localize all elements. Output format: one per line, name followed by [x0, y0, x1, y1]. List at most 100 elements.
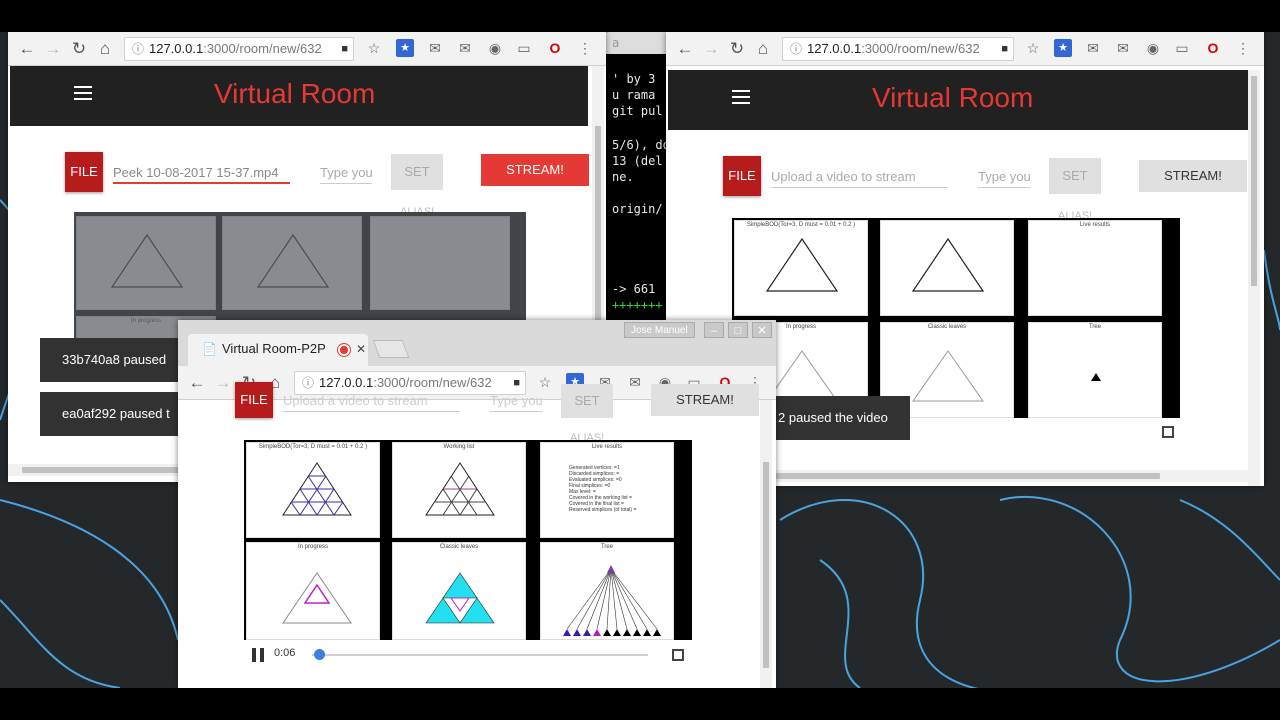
inbox-icon[interactable]: ✉: [1114, 39, 1132, 57]
alias-input[interactable]: Type you: [490, 390, 542, 412]
terminal-line: origin/: [612, 202, 663, 216]
address-bar[interactable]: ⓘ 127.0.0.1:3000/room/new/632 ■: [782, 37, 1014, 61]
star-icon[interactable]: ☆: [365, 39, 383, 57]
video-player[interactable]: SimpleBOD(Tor=3, D must = 0.01 + 0.2 ) W…: [244, 440, 692, 640]
alias-input[interactable]: Type you: [320, 162, 372, 184]
extension-icon[interactable]: ★: [1054, 39, 1072, 57]
file-button[interactable]: FILE: [235, 382, 273, 418]
terminal-line: git pul: [612, 104, 663, 118]
scroll-thumb[interactable]: [595, 126, 601, 346]
hamburger-menu-icon[interactable]: [732, 90, 750, 104]
panel-title: Live results: [591, 444, 623, 450]
reload-icon[interactable]: ↻: [68, 38, 90, 60]
terminal-line: ' by 3: [612, 72, 656, 86]
video-player[interactable]: SimpleBOD(Tor=3, D must = 0.01 + 0.2 ) L…: [732, 218, 1180, 418]
toast-notification: ea0af292 paused t: [40, 392, 190, 436]
browser-tab[interactable]: 📄 Virtual Room-P2P ✕: [188, 334, 368, 368]
forward-icon[interactable]: →: [42, 38, 64, 60]
opera-icon[interactable]: O: [546, 39, 564, 57]
video-panel: Tree: [540, 542, 674, 640]
top-strip: [0, 0, 1280, 32]
menu-icon[interactable]: ⋮: [576, 39, 594, 57]
camera-icon[interactable]: ■: [1001, 38, 1008, 60]
url-path: :3000/room/new/632: [373, 375, 492, 390]
back-icon[interactable]: ←: [16, 38, 38, 60]
terminal-line: u rama: [612, 88, 656, 102]
home-icon[interactable]: ⌂: [752, 38, 774, 60]
terminal-line: +++++++: [612, 298, 663, 312]
scroll-thumb[interactable]: [763, 462, 769, 668]
cast-icon[interactable]: ▭: [515, 39, 533, 57]
video-panel: Tree: [1028, 322, 1162, 418]
set-button[interactable]: SET: [1049, 158, 1101, 194]
audio-icon[interactable]: ◉: [1144, 39, 1162, 57]
file-name-field[interactable]: Peek 10-08-2017 15-37.mp4: [113, 162, 290, 184]
panel-title: Live results: [1079, 222, 1111, 228]
document-icon: 📄: [202, 342, 217, 356]
maximize-icon[interactable]: □: [728, 322, 748, 338]
camera-icon[interactable]: ■: [341, 38, 348, 60]
set-button[interactable]: SET: [391, 154, 443, 190]
triangle-drawing: [282, 572, 352, 624]
extension-icon[interactable]: ★: [396, 39, 414, 57]
stream-button[interactable]: STREAM!: [481, 154, 589, 186]
toast-notification: 2 paused the video: [766, 396, 910, 440]
pause-icon[interactable]: [252, 648, 264, 662]
tab-title: Virtual Room-P2P: [222, 341, 326, 356]
fullscreen-icon[interactable]: [672, 649, 684, 661]
opera-icon[interactable]: O: [1204, 39, 1222, 57]
url-path: :3000/room/new/632: [203, 41, 322, 56]
terminal-tab: a: [604, 32, 674, 54]
terminal-line: ne.: [612, 170, 634, 184]
set-button[interactable]: SET: [561, 384, 613, 418]
stream-button[interactable]: STREAM!: [1139, 160, 1247, 192]
browser-window-popup[interactable]: 📄 Virtual Room-P2P ✕ Jose Manuel – □ ✕ ←…: [178, 320, 776, 688]
file-button[interactable]: FILE: [65, 152, 103, 192]
reload-icon[interactable]: ↻: [726, 38, 748, 60]
fullscreen-icon[interactable]: [1162, 426, 1174, 438]
forward-icon[interactable]: →: [212, 372, 234, 394]
file-button[interactable]: FILE: [723, 156, 761, 196]
inbox-icon[interactable]: ✉: [456, 39, 474, 57]
video-panel: Live results: [1028, 220, 1162, 316]
forward-icon[interactable]: →: [700, 38, 722, 60]
tree-drawing: [563, 565, 661, 636]
terminal-line: 5/6), do: [612, 138, 670, 152]
back-icon[interactable]: ←: [674, 38, 696, 60]
user-profile-chip[interactable]: Jose Manuel: [624, 322, 695, 338]
video-progress-knob[interactable]: [313, 649, 325, 660]
home-icon[interactable]: ⌂: [94, 38, 116, 60]
stream-button[interactable]: STREAM!: [651, 384, 759, 416]
scroll-thumb[interactable]: [1251, 76, 1257, 286]
address-bar[interactable]: ⓘ 127.0.0.1:3000/room/new/632 ■: [124, 37, 354, 61]
filled-triangle-drawing: [425, 572, 495, 624]
inbox-icon[interactable]: ✉: [626, 373, 644, 391]
back-icon[interactable]: ←: [186, 372, 208, 394]
toast-notification: 33b740a8 paused: [40, 338, 190, 382]
vertical-scrollbar[interactable]: [760, 400, 772, 688]
star-icon[interactable]: ☆: [1024, 39, 1042, 57]
app-bar: Virtual Room: [10, 66, 588, 126]
url-host: 127.0.0.1: [807, 41, 862, 56]
scroll-thumb[interactable]: [776, 473, 1160, 479]
close-tab-icon[interactable]: ✕: [356, 334, 366, 364]
video-progress-track[interactable]: [312, 654, 648, 656]
star-icon[interactable]: ☆: [536, 373, 554, 391]
audio-icon[interactable]: ◉: [486, 39, 504, 57]
gmail-icon[interactable]: ✉: [1084, 39, 1102, 57]
minimize-icon[interactable]: –: [704, 322, 724, 338]
cast-icon[interactable]: ▭: [1173, 39, 1191, 57]
hamburger-menu-icon[interactable]: [74, 86, 92, 100]
terminal-window[interactable]: a ' by 3 u rama git pul 5/6), do 13 (del…: [604, 32, 674, 322]
video-panel: Live results Generated vertices: =1 Disca…: [540, 442, 674, 538]
url-host: 127.0.0.1: [319, 375, 374, 390]
menu-icon[interactable]: ⋮: [1234, 39, 1252, 57]
close-window-icon[interactable]: ✕: [752, 322, 772, 338]
alias-input[interactable]: Type you: [978, 166, 1030, 188]
new-tab-button[interactable]: [372, 340, 410, 358]
vertical-scrollbar[interactable]: [1248, 70, 1260, 486]
gmail-icon[interactable]: ✉: [426, 39, 444, 57]
file-input[interactable]: Upload a video to stream: [283, 390, 460, 412]
file-input[interactable]: Upload a video to stream: [771, 166, 948, 188]
tree-drawing: [1091, 373, 1101, 381]
